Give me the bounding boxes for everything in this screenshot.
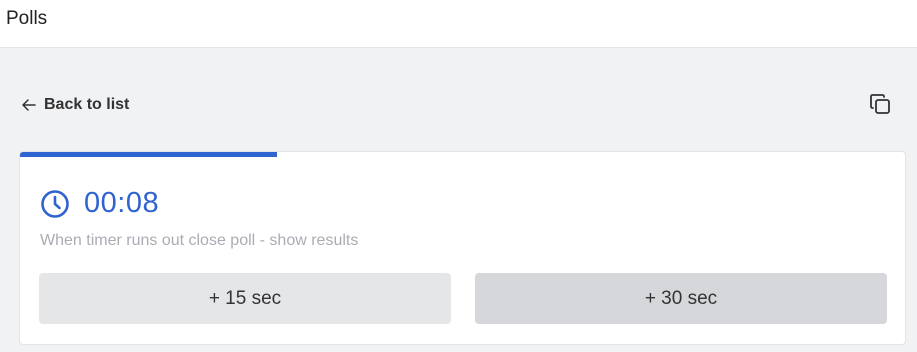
timer-countdown: 00:08 xyxy=(84,187,160,219)
timer-card: 00:08 When timer runs out close poll - s… xyxy=(19,151,906,345)
top-bar: Polls xyxy=(0,0,917,48)
back-to-list-link[interactable]: Back to list xyxy=(20,96,129,114)
timer-hint: When timer runs out close poll - show re… xyxy=(40,232,359,249)
timer-progress-bar xyxy=(20,152,905,157)
back-to-list-label: Back to list xyxy=(44,96,130,113)
page-title: Polls xyxy=(6,8,48,29)
copy-icon xyxy=(870,94,890,114)
timer-progress-fill xyxy=(20,152,277,157)
add-30-sec-button[interactable]: + 30 sec xyxy=(475,273,887,324)
clock-icon xyxy=(41,189,69,218)
copy-button[interactable] xyxy=(866,90,894,118)
arrow-left-icon xyxy=(22,99,36,111)
main-content: Back to list 00:08 When timer runs out c… xyxy=(0,48,917,352)
add-15-sec-button[interactable]: + 15 sec xyxy=(39,273,451,324)
timer-row: 00:08 xyxy=(40,187,159,220)
